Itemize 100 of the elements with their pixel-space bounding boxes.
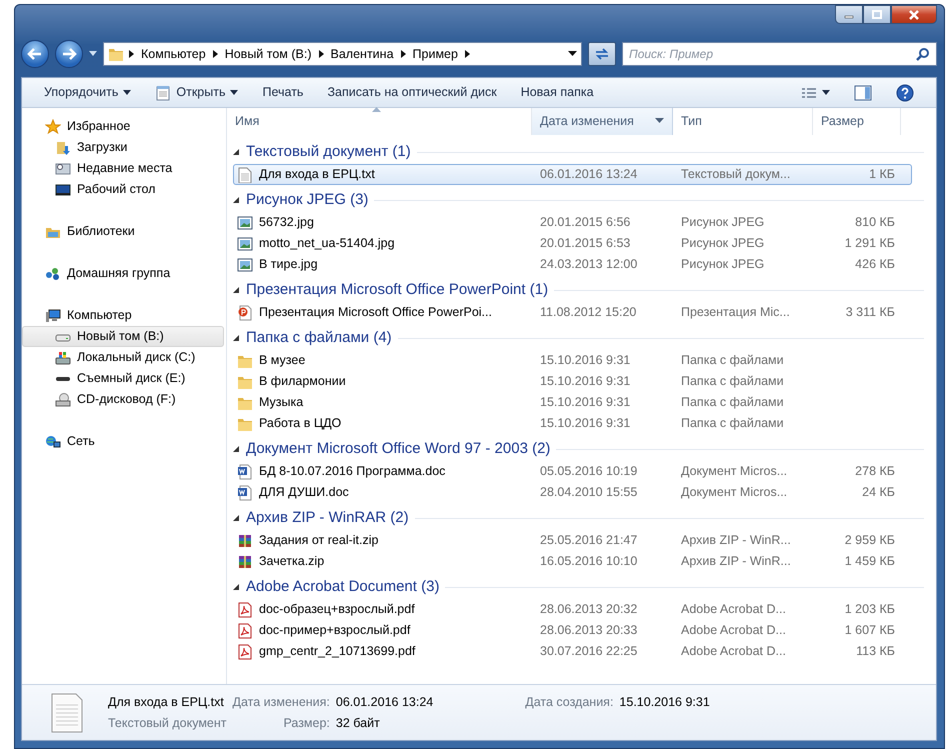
field-value: 15.10.2016 9:31 xyxy=(619,694,710,711)
sidebar-item[interactable]: CD-дисковод (F:) xyxy=(22,389,224,410)
chevron-icon[interactable] xyxy=(318,49,325,59)
type-cell-text: Adobe Acrobat D... xyxy=(680,643,787,660)
chevron-icon[interactable] xyxy=(128,49,135,59)
file-row[interactable]: Зачетка.zip 16.05.2016 10:10 Архив ZIP - WinR... 1 459 КБ xyxy=(233,551,912,572)
column-header[interactable]: Размер xyxy=(813,108,901,135)
file-name[interactable]: gmp_centr_2_10713699.pdf xyxy=(259,642,416,661)
file-name[interactable]: Для входа в ЕРЦ.txt xyxy=(259,165,375,184)
maximize-button[interactable] xyxy=(863,5,891,24)
file-name[interactable]: motto_net_ua-51404.jpg xyxy=(259,234,395,253)
file-row[interactable]: Для входа в ЕРЦ.txt 06.01.2016 13:24 Текстовый докум... 1 КБ xyxy=(233,164,912,185)
date-cell-text: 20.01.2015 6:56 xyxy=(539,214,632,232)
removable-drive-icon xyxy=(55,376,71,382)
chevron-icon[interactable] xyxy=(464,49,471,59)
word-document-icon xyxy=(237,484,253,500)
image-file-icon xyxy=(237,236,253,252)
file-row[interactable]: gmp_centr_2_10713699.pdf 30.07.2016 22:25 Adobe Acrobat D... 113 КБ xyxy=(233,641,912,662)
size-cell-text: 1 203 КБ xyxy=(844,601,896,618)
address-bar[interactable]: Компьютер Новый том (B:) Валентина Пример xyxy=(103,42,582,66)
group-header[interactable]: Рисунок JPEG (3) xyxy=(246,188,368,212)
expanded-triangle-icon[interactable] xyxy=(233,334,240,342)
breadcrumb[interactable]: Компьютер xyxy=(139,44,208,64)
size-cell-text: 1 КБ xyxy=(868,166,896,184)
file-row[interactable]: БД 8-10.07.2016 Программа.doc 05.05.2016 10:19 Документ Micros... 278 КБ xyxy=(233,461,912,482)
caret-icon xyxy=(123,90,132,95)
toolbar-button[interactable]: Новая папка xyxy=(510,80,604,105)
file-row[interactable]: doc-пример+взрослый.pdf 28.06.2013 20:33 Adobe Acrobat D... 1 607 КБ xyxy=(233,620,912,641)
column-header[interactable]: Тип xyxy=(673,108,813,135)
group-header[interactable]: Текстовый документ (1) xyxy=(246,140,411,164)
group-header[interactable]: Папка с файлами (4) xyxy=(246,326,392,350)
expanded-triangle-icon[interactable] xyxy=(233,446,240,452)
sidebar-item[interactable]: Загрузки xyxy=(22,137,224,158)
back-button[interactable] xyxy=(21,40,49,68)
sidebar-item[interactable]: Рабочий стол xyxy=(22,179,224,200)
group-header[interactable]: Документ Microsoft Office Word 97 - 2003 (2) xyxy=(246,438,550,460)
toolbar-button[interactable]: Печать xyxy=(252,80,314,105)
sidebar-item[interactable]: Избранное xyxy=(22,116,224,137)
sidebar-item[interactable]: Домашняя группа xyxy=(22,263,224,284)
expanded-triangle-icon[interactable] xyxy=(233,196,240,204)
file-row[interactable]: ДЛЯ ДУШИ.doc 28.04.2010 15:55 Документ Micros... 24 КБ xyxy=(233,482,912,503)
file-name[interactable]: ДЛЯ ДУШИ.doc xyxy=(259,483,349,502)
minimize-button[interactable] xyxy=(835,5,863,24)
toolbar-button[interactable]: Открыть xyxy=(145,80,248,105)
field-label: Дата изменения: xyxy=(232,694,330,711)
sort-arrow-icon xyxy=(372,107,381,112)
group-header[interactable]: Adobe Acrobat Document (3) xyxy=(246,576,440,598)
file-row[interactable]: В тире.jpg 24.03.2013 12:00 Рисунок JPEG 426 КБ xyxy=(233,254,912,275)
breadcrumb[interactable]: Валентина xyxy=(328,44,396,64)
file-name[interactable]: Презентация Microsoft Office PowerPoi... xyxy=(259,303,492,322)
file-row[interactable]: motto_net_ua-51404.jpg 20.01.2015 6:53 Рисунок JPEG 1 291 КБ xyxy=(233,233,912,254)
expanded-triangle-icon[interactable] xyxy=(233,514,240,522)
breadcrumb[interactable]: Новый том (B:) xyxy=(222,44,314,64)
chevron-icon[interactable] xyxy=(212,49,219,59)
file-row[interactable]: Музыка 15.10.2016 9:31 Папка с файлами xyxy=(233,392,912,413)
file-row[interactable]: 56732.jpg 20.01.2015 6:56 Рисунок JPEG 810 КБ xyxy=(233,212,912,233)
pdf-file-icon xyxy=(237,622,253,638)
file-row[interactable]: В музее 15.10.2016 9:31 Папка с файлами xyxy=(233,350,912,371)
search-field[interactable]: Поиск: Пример xyxy=(622,42,937,66)
history-caret-icon[interactable] xyxy=(89,51,97,57)
refresh-button[interactable] xyxy=(588,42,616,66)
group-header[interactable]: Презентация Microsoft Office PowerPoint (1) xyxy=(246,278,548,302)
file-name[interactable]: doc-пример+взрослый.pdf xyxy=(259,621,410,640)
file-name[interactable]: Работа в ЦДО xyxy=(259,414,342,433)
downloads-folder-icon xyxy=(55,140,71,156)
file-name[interactable]: doc-образец+взрослый.pdf xyxy=(259,600,415,619)
file-name[interactable]: В музее xyxy=(259,351,306,370)
toolbar-button[interactable]: Записать на оптический диск xyxy=(317,80,507,105)
sidebar-item[interactable]: Сеть xyxy=(22,431,224,452)
file-row[interactable]: Презентация Microsoft Office PowerPoi... 11.08.2012 15:20 Презентация Mic... 3 311 КБ xyxy=(233,302,912,323)
sidebar-item[interactable]: Локальный диск (C:) xyxy=(22,347,224,368)
file-name[interactable]: Музыка xyxy=(259,393,304,412)
sidebar-item[interactable]: Съемный диск (E:) xyxy=(22,368,224,389)
file-row[interactable]: doc-образец+взрослый.pdf 28.06.2013 20:32 Adobe Acrobat D... 1 203 КБ xyxy=(233,599,912,620)
file-name[interactable]: 56732.jpg xyxy=(259,213,314,232)
sidebar-item[interactable]: Библиотеки xyxy=(22,221,224,242)
sidebar-item[interactable]: Новый том (B:) xyxy=(22,326,224,347)
file-row[interactable]: Работа в ЦДО 15.10.2016 9:31 Папка с файлами xyxy=(233,413,912,434)
toolbar-button[interactable]: Упорядочить xyxy=(34,80,142,105)
file-row[interactable]: Задания от real-it.zip 25.05.2016 21:47 Архив ZIP - WinR... 2 959 КБ xyxy=(233,530,912,551)
details-view-icon xyxy=(801,86,817,98)
breadcrumb[interactable]: Пример xyxy=(410,44,460,64)
forward-button[interactable] xyxy=(55,40,83,68)
file-name[interactable]: В тире.jpg xyxy=(259,255,318,274)
sidebar-item[interactable]: Компьютер xyxy=(22,305,224,326)
file-name[interactable]: Задания от real-it.zip xyxy=(259,531,378,550)
file-name[interactable]: Зачетка.zip xyxy=(259,552,324,571)
dropdown-caret-icon[interactable] xyxy=(568,51,577,57)
expanded-triangle-icon[interactable] xyxy=(233,148,240,156)
close-button[interactable] xyxy=(891,5,937,24)
chevron-icon[interactable] xyxy=(400,49,407,59)
group-header[interactable]: Архив ZIP - WinRAR (2) xyxy=(246,506,409,530)
sidebar-item[interactable]: Недавние места xyxy=(22,158,224,179)
expanded-triangle-icon[interactable] xyxy=(233,286,240,294)
file-name[interactable]: БД 8-10.07.2016 Программа.doc xyxy=(259,462,446,481)
expanded-triangle-icon[interactable] xyxy=(233,584,240,590)
image-file-icon xyxy=(237,214,253,230)
file-name[interactable]: В филармонии xyxy=(259,372,346,391)
column-header[interactable]: Дата изменения xyxy=(532,108,673,135)
file-row[interactable]: В филармонии 15.10.2016 9:31 Папка с файлами xyxy=(233,371,912,392)
